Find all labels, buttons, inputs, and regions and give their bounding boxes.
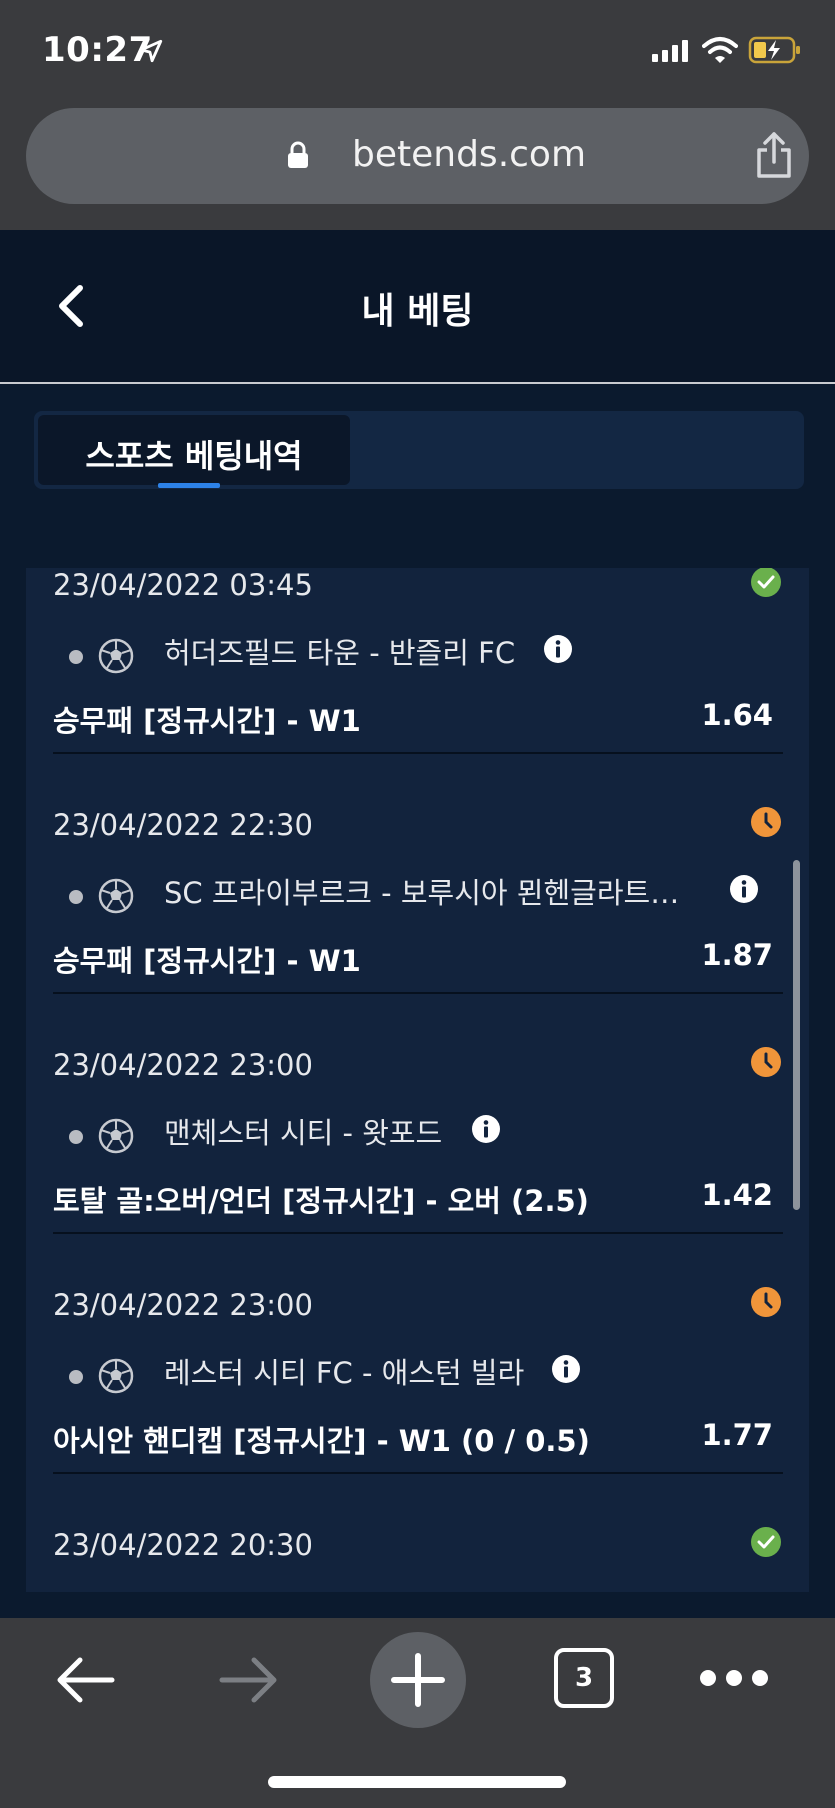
live-dot bbox=[69, 650, 83, 664]
live-dot bbox=[69, 1130, 83, 1144]
bet-item[interactable]: 23/04/2022 22:30 SC 프라이부르크 - 보루시아 묀헨글라트…… bbox=[26, 807, 809, 1048]
bet-item[interactable]: 23/04/2022 23:00 레스터 시티 FC - 애스턴 빌라 아시안 … bbox=[26, 1287, 809, 1528]
soccer-ball-icon bbox=[98, 638, 134, 674]
forward-arrow-icon[interactable] bbox=[218, 1648, 282, 1712]
wifi-icon bbox=[702, 37, 738, 63]
bet-date: 23/04/2022 20:30 bbox=[53, 1528, 313, 1562]
divider bbox=[53, 752, 783, 754]
clock-icon bbox=[751, 1047, 781, 1077]
check-circle-icon bbox=[751, 568, 781, 597]
bet-item[interactable]: 23/04/2022 03:45 허더즈필드 타운 - 반즐리 FC 승무패 [… bbox=[26, 568, 809, 808]
soccer-ball-icon bbox=[98, 1118, 134, 1154]
more-options-icon[interactable] bbox=[698, 1666, 770, 1690]
app-header: 내 베팅 bbox=[0, 230, 835, 384]
bet-item[interactable]: 23/04/2022 23:00 맨체스터 시티 - 왓포드 토탈 골:오버/언… bbox=[26, 1047, 809, 1288]
match-name: 허더즈필드 타운 - 반즐리 FC bbox=[164, 636, 516, 670]
match-name: 레스터 시티 FC - 애스턴 빌라 bbox=[164, 1356, 525, 1390]
bet-market: 승무패 [정규시간] - W1 bbox=[53, 704, 361, 738]
clock-icon bbox=[751, 807, 781, 837]
bet-market: 승무패 [정규시간] - W1 bbox=[53, 944, 361, 978]
bet-odds: 1.77 bbox=[701, 1418, 773, 1452]
page-title: 내 베팅 bbox=[361, 291, 474, 332]
new-tab-button[interactable] bbox=[370, 1632, 466, 1728]
bet-date: 23/04/2022 23:00 bbox=[53, 1048, 313, 1082]
divider bbox=[53, 992, 783, 994]
tab-label: 스포츠 베팅내역 bbox=[85, 437, 303, 475]
plus-icon bbox=[391, 1653, 445, 1707]
soccer-ball-icon bbox=[98, 878, 134, 914]
live-dot bbox=[69, 890, 83, 904]
match-name: SC 프라이부르크 - 보루시아 묀헨글라트… bbox=[164, 876, 680, 910]
back-arrow-icon[interactable] bbox=[52, 1648, 116, 1712]
bet-market: 아시안 핸디캡 [정규시간] - W1 (0 / 0.5) bbox=[53, 1424, 590, 1458]
home-indicator bbox=[268, 1776, 566, 1788]
lock-icon bbox=[288, 141, 308, 168]
cellular-signal-icon bbox=[652, 38, 688, 62]
info-icon[interactable] bbox=[543, 634, 573, 664]
active-tab-indicator bbox=[158, 483, 220, 488]
info-icon[interactable] bbox=[729, 874, 759, 904]
url-text[interactable]: betends.com bbox=[352, 134, 586, 175]
tab-count-button[interactable]: 3 bbox=[554, 1648, 614, 1708]
location-arrow-icon bbox=[139, 39, 163, 63]
divider bbox=[53, 1232, 783, 1234]
live-dot bbox=[69, 1370, 83, 1384]
browser-address-area: betends.com bbox=[0, 100, 835, 230]
bet-item[interactable]: 23/04/2022 20:30 bbox=[26, 1527, 809, 1592]
share-icon[interactable] bbox=[754, 130, 794, 180]
status-time: 10:27 bbox=[42, 30, 153, 70]
bet-list[interactable]: 23/04/2022 03:45 허더즈필드 타운 - 반즐리 FC 승무패 [… bbox=[26, 568, 809, 1592]
info-icon[interactable] bbox=[471, 1114, 501, 1144]
address-bar[interactable]: betends.com bbox=[26, 108, 809, 204]
tab-bar: 스포츠 베팅내역 bbox=[34, 411, 804, 489]
bet-date: 23/04/2022 23:00 bbox=[53, 1288, 313, 1322]
battery-charging-icon bbox=[748, 36, 800, 64]
bet-odds: 1.87 bbox=[701, 938, 773, 972]
bet-date: 23/04/2022 22:30 bbox=[53, 808, 313, 842]
soccer-ball-icon bbox=[98, 1358, 134, 1394]
bet-odds: 1.42 bbox=[701, 1178, 773, 1212]
bet-date: 23/04/2022 03:45 bbox=[53, 568, 313, 602]
match-name: 맨체스터 시티 - 왓포드 bbox=[164, 1116, 443, 1150]
bet-odds: 1.64 bbox=[701, 698, 773, 732]
tab-sports-bet-history[interactable]: 스포츠 베팅내역 bbox=[38, 415, 350, 488]
check-circle-icon bbox=[751, 1527, 781, 1557]
clock-icon bbox=[751, 1287, 781, 1317]
info-icon[interactable] bbox=[551, 1354, 581, 1384]
status-bar: 10:27 bbox=[0, 0, 835, 100]
bet-market: 토탈 골:오버/언더 [정규시간] - 오버 (2.5) bbox=[53, 1184, 589, 1218]
scrollbar[interactable] bbox=[793, 860, 800, 1210]
divider bbox=[53, 1472, 783, 1474]
